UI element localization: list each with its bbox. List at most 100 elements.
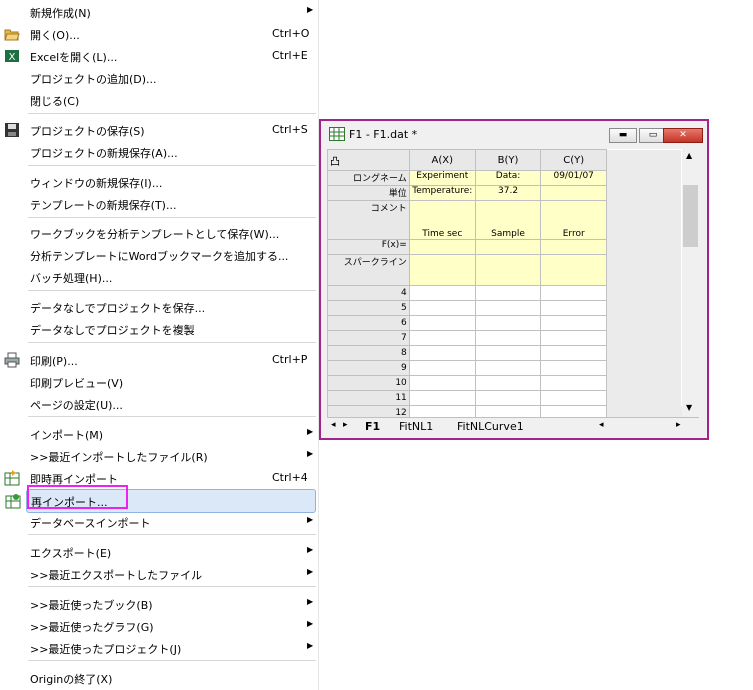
menu-item-23[interactable]: >>最近エクスポートしたファイル ▶: [0, 563, 318, 585]
column-header[interactable]: B(Y): [474, 149, 542, 171]
meta-cell[interactable]: [540, 239, 608, 255]
meta-row-label[interactable]: ロングネーム: [327, 170, 410, 186]
sheet-blank-area[interactable]: [606, 200, 682, 240]
menu-item-9[interactable]: ワークブックを分析テンプレートとして保存(W)...: [0, 222, 318, 244]
menu-item-15[interactable]: 印刷プレビュー(V): [0, 371, 318, 393]
sheet-corner-button[interactable]: 凸: [327, 149, 410, 171]
sheet-blank-area[interactable]: [606, 345, 682, 361]
row-number[interactable]: 6: [327, 315, 410, 331]
tab-next-icon[interactable]: ▸: [343, 420, 348, 430]
meta-row-label[interactable]: スパークライン: [327, 254, 410, 286]
data-cell[interactable]: [474, 375, 542, 391]
menu-item-1[interactable]: 開く(O)... Ctrl+O: [0, 23, 318, 45]
data-cell[interactable]: [540, 300, 608, 316]
sheet-blank-area[interactable]: [606, 360, 682, 376]
row-number[interactable]: 4: [327, 285, 410, 301]
vertical-scrollbar[interactable]: ▲ ▼: [682, 149, 699, 417]
data-cell[interactable]: [408, 330, 476, 346]
meta-row-label[interactable]: 単位: [327, 185, 410, 201]
row-number[interactable]: 8: [327, 345, 410, 361]
data-cell[interactable]: [408, 390, 476, 406]
tab-f1[interactable]: F1: [365, 420, 380, 433]
scrollbar-thumb[interactable]: [683, 185, 698, 247]
menu-item-4[interactable]: 閉じる(C): [0, 89, 318, 111]
menu-item-21[interactable]: データベースインポート ▶: [0, 511, 318, 533]
scroll-down-icon[interactable]: ▼: [686, 403, 692, 412]
minimize-button[interactable]: ▬: [609, 128, 637, 143]
row-number[interactable]: 11: [327, 390, 410, 406]
sheet-blank-area[interactable]: [606, 149, 682, 171]
menu-item-2[interactable]: X Excelを開く(L)... Ctrl+E: [0, 45, 318, 67]
data-cell[interactable]: [540, 330, 608, 346]
meta-row-label[interactable]: F(x)=: [327, 239, 410, 255]
sheet-blank-area[interactable]: [606, 239, 682, 255]
close-button[interactable]: ✕: [663, 128, 703, 143]
menu-item-26[interactable]: >>最近使ったプロジェクト(J) ▶: [0, 637, 318, 659]
sheet-blank-area[interactable]: [606, 315, 682, 331]
meta-cell[interactable]: [408, 239, 476, 255]
menu-item-22[interactable]: エクスポート(E) ▶: [0, 541, 318, 563]
worksheet-grid[interactable]: 凸 A(X) B(Y) C(Y) ロングネーム Experiment Data: 09/01/…: [327, 149, 682, 417]
menu-item-18[interactable]: >>最近インポートしたファイル(R) ▶: [0, 445, 318, 467]
sheet-blank-area[interactable]: [606, 405, 682, 417]
data-cell[interactable]: [408, 405, 476, 417]
tab-fitnl1[interactable]: FitNL1: [399, 420, 433, 433]
sheet-blank-area[interactable]: [606, 185, 682, 201]
data-cell[interactable]: [474, 345, 542, 361]
meta-cell[interactable]: [408, 254, 476, 286]
column-header[interactable]: A(X): [408, 149, 476, 171]
data-cell[interactable]: [474, 330, 542, 346]
menu-item-5[interactable]: プロジェクトの保存(S) Ctrl+S: [0, 119, 318, 141]
tab-fitnlcurve1[interactable]: FitNLCurve1: [457, 420, 524, 433]
row-number[interactable]: 5: [327, 300, 410, 316]
sheet-blank-area[interactable]: [606, 330, 682, 346]
row-number[interactable]: 9: [327, 360, 410, 376]
data-cell[interactable]: [408, 300, 476, 316]
data-cell[interactable]: [474, 405, 542, 417]
data-cell[interactable]: [408, 285, 476, 301]
menu-item-6[interactable]: プロジェクトの新規保存(A)...: [0, 141, 318, 163]
menu-item-24[interactable]: >>最近使ったブック(B) ▶: [0, 593, 318, 615]
sheet-blank-area[interactable]: [606, 285, 682, 301]
meta-cell[interactable]: Time sec: [408, 200, 476, 240]
meta-cell[interactable]: Temperature:: [408, 185, 476, 201]
column-header[interactable]: C(Y): [540, 149, 608, 171]
data-cell[interactable]: [408, 360, 476, 376]
data-cell[interactable]: [540, 285, 608, 301]
meta-cell[interactable]: Error: [540, 200, 608, 240]
data-cell[interactable]: [474, 285, 542, 301]
data-cell[interactable]: [540, 375, 608, 391]
meta-cell[interactable]: [540, 185, 608, 201]
meta-cell[interactable]: 37.2: [474, 185, 542, 201]
sheet-blank-area[interactable]: [606, 300, 682, 316]
data-cell[interactable]: [474, 360, 542, 376]
sheet-blank-area[interactable]: [606, 375, 682, 391]
data-cell[interactable]: [474, 300, 542, 316]
meta-cell[interactable]: [474, 254, 542, 286]
meta-cell[interactable]: Data:: [474, 170, 542, 186]
hscroll-right-icon[interactable]: ▸: [676, 420, 681, 430]
menu-item-13[interactable]: データなしでプロジェクトを複製: [0, 318, 318, 340]
menu-item-7[interactable]: ウィンドウの新規保存(I)...: [0, 171, 318, 193]
menu-item-17[interactable]: インポート(M) ▶: [0, 423, 318, 445]
sheet-blank-area[interactable]: [606, 170, 682, 186]
hscroll-left-icon[interactable]: ◂: [599, 420, 604, 430]
menu-item-3[interactable]: プロジェクトの追加(D)...: [0, 67, 318, 89]
menu-item-27[interactable]: Originの終了(X): [0, 667, 318, 689]
sheet-blank-area[interactable]: [606, 254, 682, 286]
data-cell[interactable]: [540, 390, 608, 406]
data-cell[interactable]: [540, 405, 608, 417]
data-cell[interactable]: [540, 360, 608, 376]
meta-cell[interactable]: [540, 254, 608, 286]
row-number[interactable]: 10: [327, 375, 410, 391]
row-number[interactable]: 12: [327, 405, 410, 417]
meta-cell[interactable]: 09/01/07: [540, 170, 608, 186]
menu-item-16[interactable]: ページの設定(U)...: [0, 393, 318, 415]
scroll-up-icon[interactable]: ▲: [686, 151, 692, 160]
sheet-blank-area[interactable]: [606, 390, 682, 406]
data-cell[interactable]: [408, 375, 476, 391]
meta-cell[interactable]: [474, 239, 542, 255]
menu-item-8[interactable]: テンプレートの新規保存(T)...: [0, 193, 318, 215]
meta-cell[interactable]: Sample: [474, 200, 542, 240]
menu-item-0[interactable]: 新規作成(N) ▶: [0, 1, 318, 23]
